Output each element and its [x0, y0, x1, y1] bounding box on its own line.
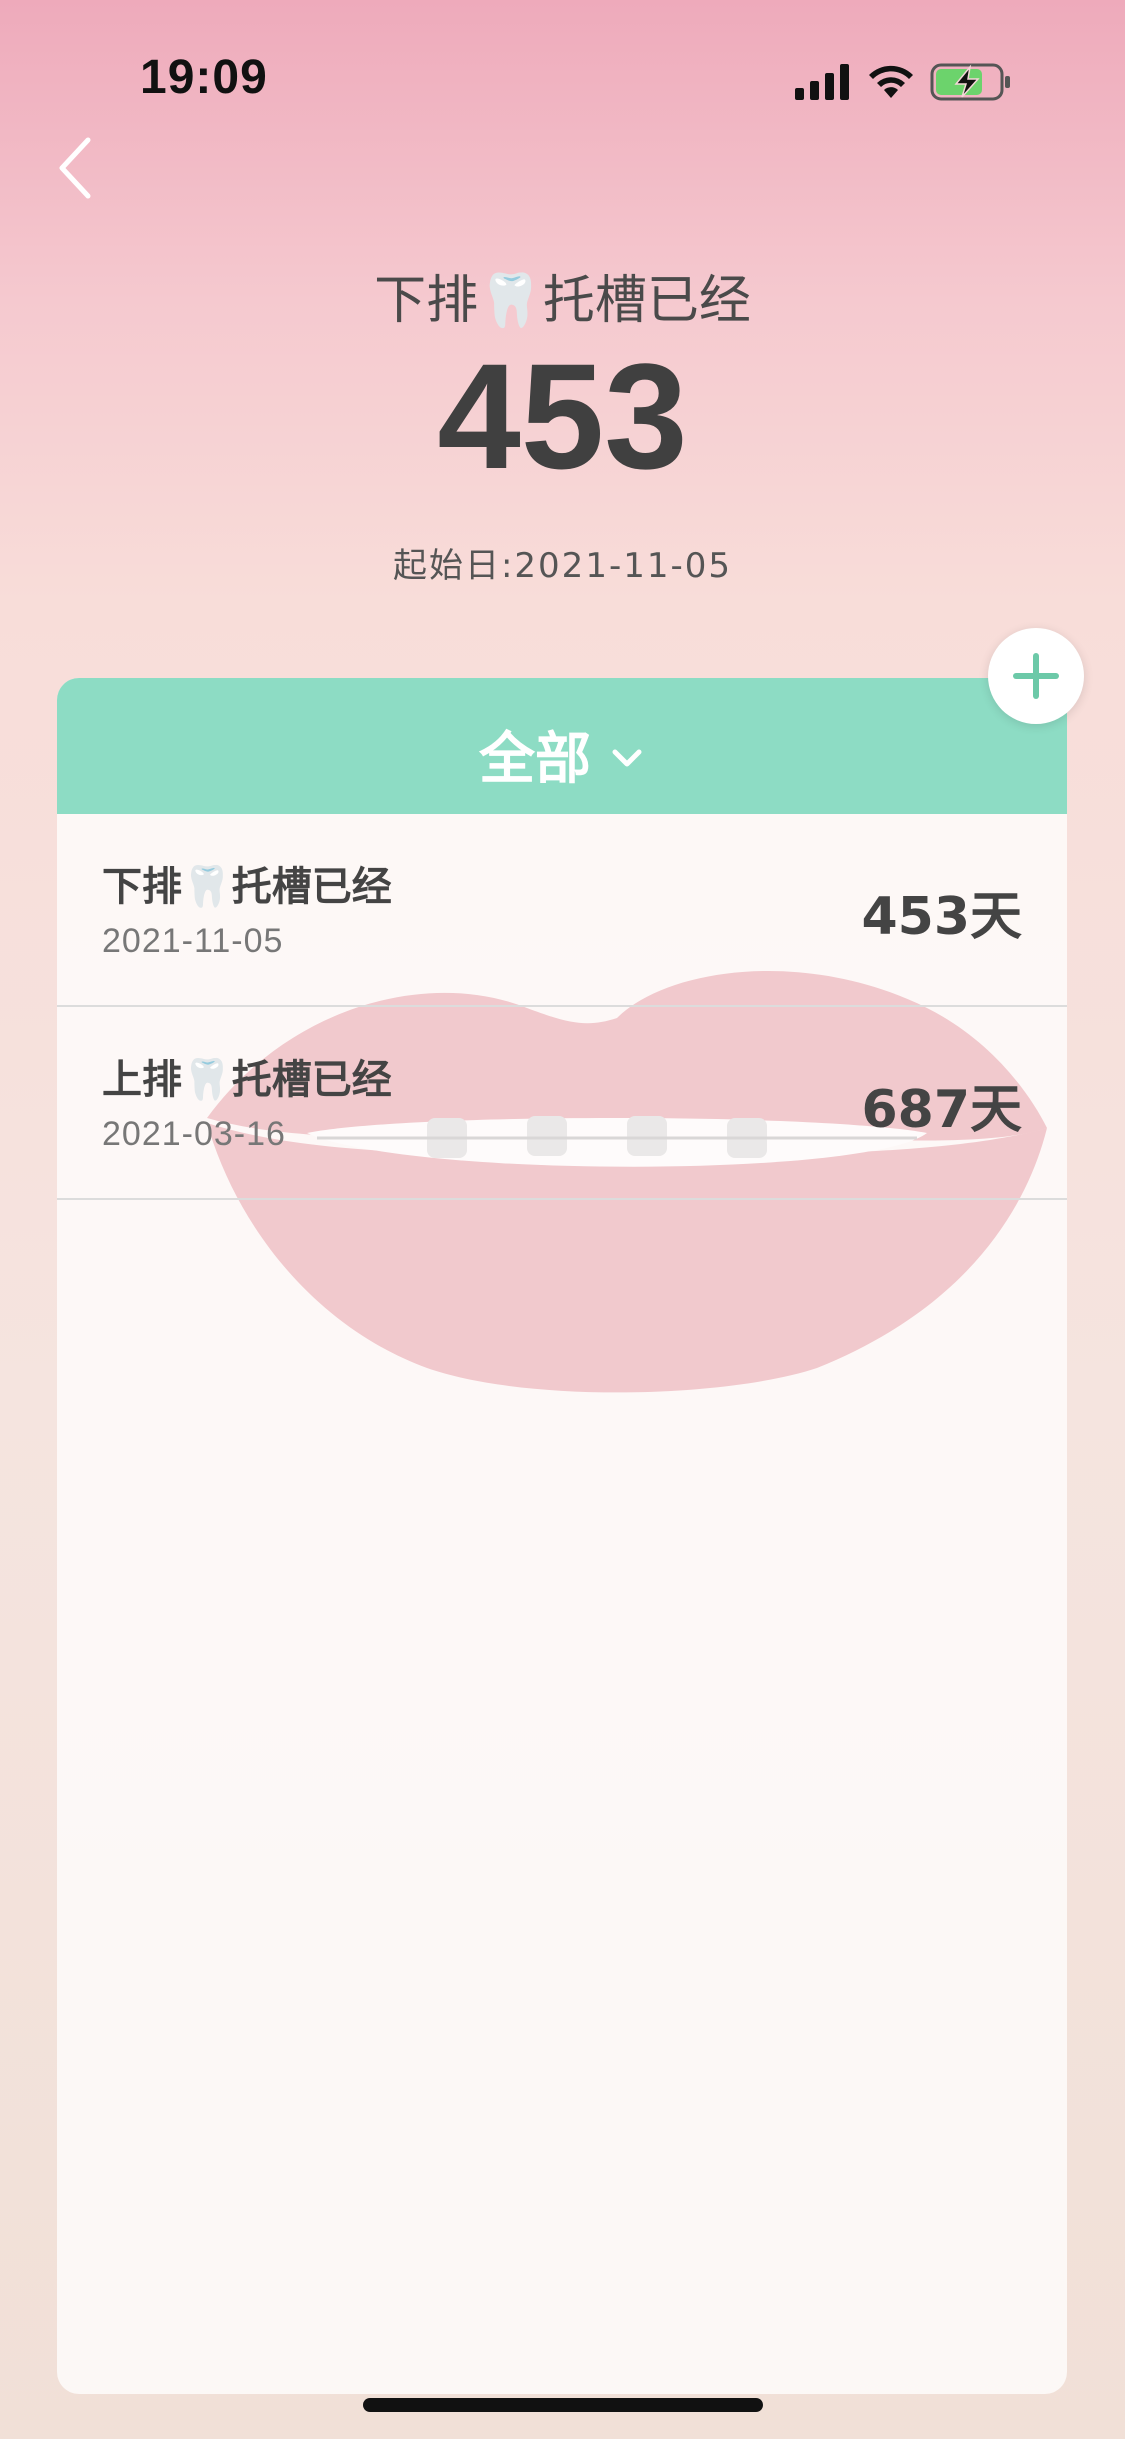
chevron-down-icon — [612, 749, 642, 766]
plus-icon — [1013, 653, 1059, 699]
page-title: 下排🦷托槽已经 — [374, 271, 751, 331]
item-days: 687天 — [861, 1080, 1022, 1140]
battery-charging-icon — [930, 63, 1010, 101]
home-indicator[interactable] — [363, 2398, 763, 2412]
status-bar: 19:09 — [0, 0, 1125, 160]
days-count: 453 — [437, 332, 688, 500]
start-date: 起始日:2021-11-05 — [392, 546, 733, 586]
signal-icon — [795, 64, 849, 100]
item-date: 2021-03-16 — [102, 1115, 286, 1153]
item-date: 2021-11-05 — [102, 922, 284, 960]
list-item[interactable]: 上排🦷托槽已经 2021-03-16 687天 — [57, 1007, 1067, 1200]
records-card: 全部 下排🦷托槽已经 2021-11-05 453天 上排🦷托槽已经 2021-… — [57, 678, 1067, 2394]
status-time: 19:09 — [140, 51, 268, 104]
filter-dropdown[interactable]: 全部 — [57, 678, 1067, 814]
back-button[interactable] — [50, 128, 110, 208]
wifi-icon — [869, 65, 913, 98]
list-item[interactable]: 下排🦷托槽已经 2021-11-05 453天 — [57, 814, 1067, 1007]
item-title: 下排🦷托槽已经 — [102, 864, 392, 910]
filter-label-wrap: 全部 — [57, 714, 1067, 795]
item-days: 453天 — [861, 887, 1022, 947]
add-button[interactable] — [988, 628, 1084, 724]
item-title: 上排🦷托槽已经 — [102, 1057, 392, 1103]
filter-label: 全部 — [479, 727, 591, 792]
chevron-left-icon — [59, 137, 91, 199]
